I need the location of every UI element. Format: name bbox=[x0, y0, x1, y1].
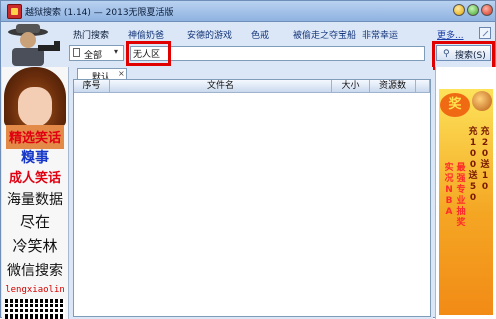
column-header-filename[interactable]: 文件名 bbox=[110, 80, 332, 93]
hot-link-2[interactable]: 安德的游戏 bbox=[187, 28, 232, 41]
ad-text-promo-3: 充100送50 bbox=[468, 127, 478, 203]
skin-settings-icon[interactable] bbox=[479, 27, 491, 39]
search-input[interactable] bbox=[130, 46, 425, 61]
hot-link-5[interactable]: 非常幸运 bbox=[362, 28, 398, 41]
column-header-sources[interactable]: 资源数 bbox=[370, 80, 416, 93]
right-ad-banner[interactable]: 奖 实况NBA 最强专业抽奖 充100送50 充20送10 bbox=[435, 67, 496, 319]
ad-mascot-icon bbox=[472, 91, 492, 111]
ad-text-promo-2: 最强专业抽奖 bbox=[456, 163, 466, 228]
window-title: 越狱搜索 (1.14) — 2013无限夏活版 bbox=[25, 8, 174, 18]
title-bar: 越狱搜索 (1.14) — 2013无限夏活版 bbox=[1, 1, 495, 22]
scope-dropdown[interactable]: 全部 ▾ bbox=[69, 45, 124, 61]
close-tab-icon[interactable]: × bbox=[118, 69, 125, 78]
ad-line-8: lengxiaolin bbox=[5, 285, 65, 295]
ad-text-promo-1: 实况NBA bbox=[444, 163, 454, 217]
column-header-index[interactable]: 序号 bbox=[74, 80, 110, 93]
close-button[interactable] bbox=[481, 4, 493, 16]
ad-badge: 奖 bbox=[440, 93, 470, 117]
detective-logo-icon bbox=[8, 24, 60, 66]
highlight-box-button bbox=[432, 41, 495, 70]
document-icon bbox=[73, 48, 80, 57]
minimize-button[interactable] bbox=[453, 4, 465, 16]
hot-link-3[interactable]: 色戒 bbox=[251, 28, 269, 41]
ad-photo-face bbox=[18, 87, 52, 127]
highlight-box-query bbox=[126, 41, 171, 66]
maximize-button[interactable] bbox=[467, 4, 479, 16]
column-header-size[interactable]: 大小 bbox=[332, 80, 370, 93]
ad-text-promo-4: 充20送10 bbox=[480, 127, 490, 192]
ad-line-4: 海量数据 bbox=[7, 192, 63, 208]
chevron-down-icon: ▾ bbox=[114, 47, 119, 56]
results-table[interactable] bbox=[73, 79, 431, 317]
ad-line-2: 糗事 bbox=[21, 150, 49, 166]
ad-line-1: 精选笑话 bbox=[8, 131, 61, 146]
hot-link-1[interactable]: 神偷奶爸 bbox=[128, 28, 164, 41]
app-logo-icon bbox=[7, 4, 22, 19]
hot-link-4[interactable]: 被偷走之夺宝船 bbox=[293, 28, 356, 41]
more-link[interactable]: 更多... bbox=[437, 28, 464, 41]
scope-value: 全部 bbox=[84, 51, 103, 61]
hot-search-label: 热门搜索 bbox=[73, 31, 110, 41]
column-header-spacer bbox=[416, 80, 430, 93]
left-ad-banner[interactable]: 精选笑话 糗事 成人笑话 海量数据 尽在 冷笑林 微信搜索 lengxiaoli… bbox=[2, 67, 69, 319]
ad-line-7: 微信搜索 bbox=[7, 263, 63, 279]
ad-line-3: 成人笑话 bbox=[8, 171, 61, 186]
ad-line-6: 冷笑林 bbox=[12, 237, 58, 255]
app-window: 越狱搜索 (1.14) — 2013无限夏活版 热门搜索 神偷奶爸 安德的游戏 … bbox=[0, 0, 496, 319]
ad-line-5: 尽在 bbox=[19, 213, 50, 231]
qr-code-overlay bbox=[5, 303, 65, 317]
